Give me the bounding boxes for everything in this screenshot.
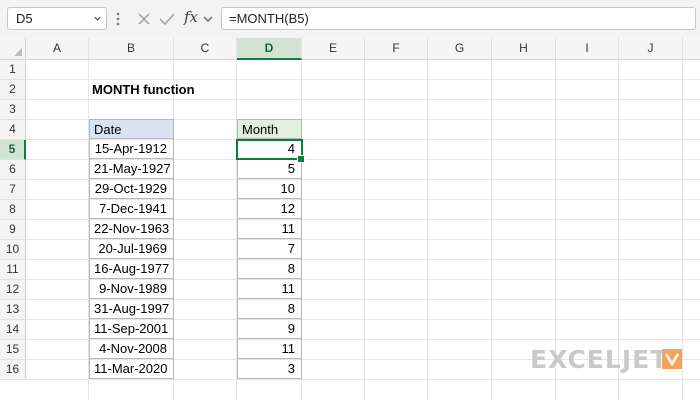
formula-input[interactable]: =MONTH(B5) [221, 7, 696, 30]
row-header-6[interactable]: 6 [0, 160, 26, 180]
date-cell[interactable]: 21-May-1927 [89, 159, 174, 179]
column-header-e[interactable]: E [302, 38, 365, 59]
row-header-14[interactable]: 14 [0, 320, 26, 340]
fill-handle[interactable] [297, 155, 305, 163]
row-header-10[interactable]: 10 [0, 240, 26, 260]
formula-actions: fx [131, 7, 215, 30]
column-header-b[interactable]: B [89, 38, 174, 59]
column-headers: ABCDEFGHIJ [26, 38, 700, 60]
insert-function-icon[interactable]: fx [184, 8, 198, 26]
column-header-a[interactable]: A [26, 38, 89, 59]
row-header-7[interactable]: 7 [0, 180, 26, 200]
row-header-4[interactable]: 4 [0, 120, 26, 140]
date-cell[interactable]: 20-Jul-1969 [89, 239, 174, 259]
column-header-c[interactable]: C [174, 38, 237, 59]
formula-bar: D5 fx =MONTH(B5) [0, 0, 700, 38]
month-cell[interactable]: 12 [237, 199, 302, 219]
month-cell[interactable]: 11 [237, 219, 302, 239]
date-cell[interactable]: 15-Apr-1912 [89, 139, 174, 159]
date-cell[interactable]: 11-Sep-2001 [89, 319, 174, 339]
date-header[interactable]: Date [89, 119, 174, 139]
select-all-corner[interactable] [0, 38, 26, 60]
column-gridline [427, 60, 428, 400]
month-header[interactable]: Month [237, 119, 302, 139]
date-cell[interactable]: 4-Nov-2008 [89, 339, 174, 359]
column-header-d[interactable]: D [237, 38, 302, 60]
name-box-value: D5 [16, 11, 33, 26]
chevron-down-icon[interactable] [94, 15, 101, 22]
row-header-3[interactable]: 3 [0, 100, 26, 120]
column-header-g[interactable]: G [428, 38, 492, 59]
row-header-9[interactable]: 9 [0, 220, 26, 240]
name-box[interactable]: D5 [7, 7, 107, 30]
date-cell[interactable]: 31-Aug-1997 [89, 299, 174, 319]
date-cell[interactable]: 22-Nov-1963 [89, 219, 174, 239]
row-header-15[interactable]: 15 [0, 340, 26, 360]
enter-icon[interactable] [159, 12, 175, 26]
month-cell[interactable]: 3 [237, 359, 302, 379]
date-cell[interactable]: 29-Oct-1929 [89, 179, 174, 199]
column-header-f[interactable]: F [365, 38, 428, 59]
date-cell[interactable]: 16-Aug-1977 [89, 259, 174, 279]
month-cell[interactable]: 10 [237, 179, 302, 199]
month-cell[interactable]: 7 [237, 239, 302, 259]
row-header-12[interactable]: 12 [0, 280, 26, 300]
cancel-icon[interactable] [137, 12, 151, 26]
month-cell[interactable]: 9 [237, 319, 302, 339]
date-cell[interactable]: 9-Nov-1989 [89, 279, 174, 299]
column-gridline [682, 60, 683, 400]
column-gridline [364, 60, 365, 400]
month-cell[interactable]: 8 [237, 299, 302, 319]
month-cell[interactable]: 8 [237, 259, 302, 279]
date-cell[interactable]: 11-Mar-2020 [89, 359, 174, 379]
row-header-13[interactable]: 13 [0, 300, 26, 320]
row-header-16[interactable]: 16 [0, 360, 26, 380]
exceljet-logo: EXCELJET [530, 345, 669, 374]
month-cell[interactable]: 4 [237, 139, 302, 159]
column-header-h[interactable]: H [492, 38, 556, 59]
date-cell[interactable]: 7-Dec-1941 [89, 199, 174, 219]
row-header-8[interactable]: 8 [0, 200, 26, 220]
month-cell[interactable]: 5 [237, 159, 302, 179]
function-dropdown-icon[interactable] [203, 15, 213, 23]
month-cell[interactable]: 11 [237, 279, 302, 299]
row-header-5[interactable]: 5 [0, 140, 26, 160]
more-options-icon[interactable] [115, 10, 121, 28]
row-header-1[interactable]: 1 [0, 60, 26, 80]
row-header-2[interactable]: 2 [0, 80, 26, 100]
column-gridline [491, 60, 492, 400]
column-header-j[interactable]: J [619, 38, 683, 59]
month-cell[interactable]: 11 [237, 339, 302, 359]
exceljet-logo-mark-icon [662, 349, 682, 369]
row-gridline [26, 379, 700, 380]
row-header-11[interactable]: 11 [0, 260, 26, 280]
sheet-title[interactable]: MONTH function [92, 80, 195, 100]
column-header-i[interactable]: I [556, 38, 619, 59]
